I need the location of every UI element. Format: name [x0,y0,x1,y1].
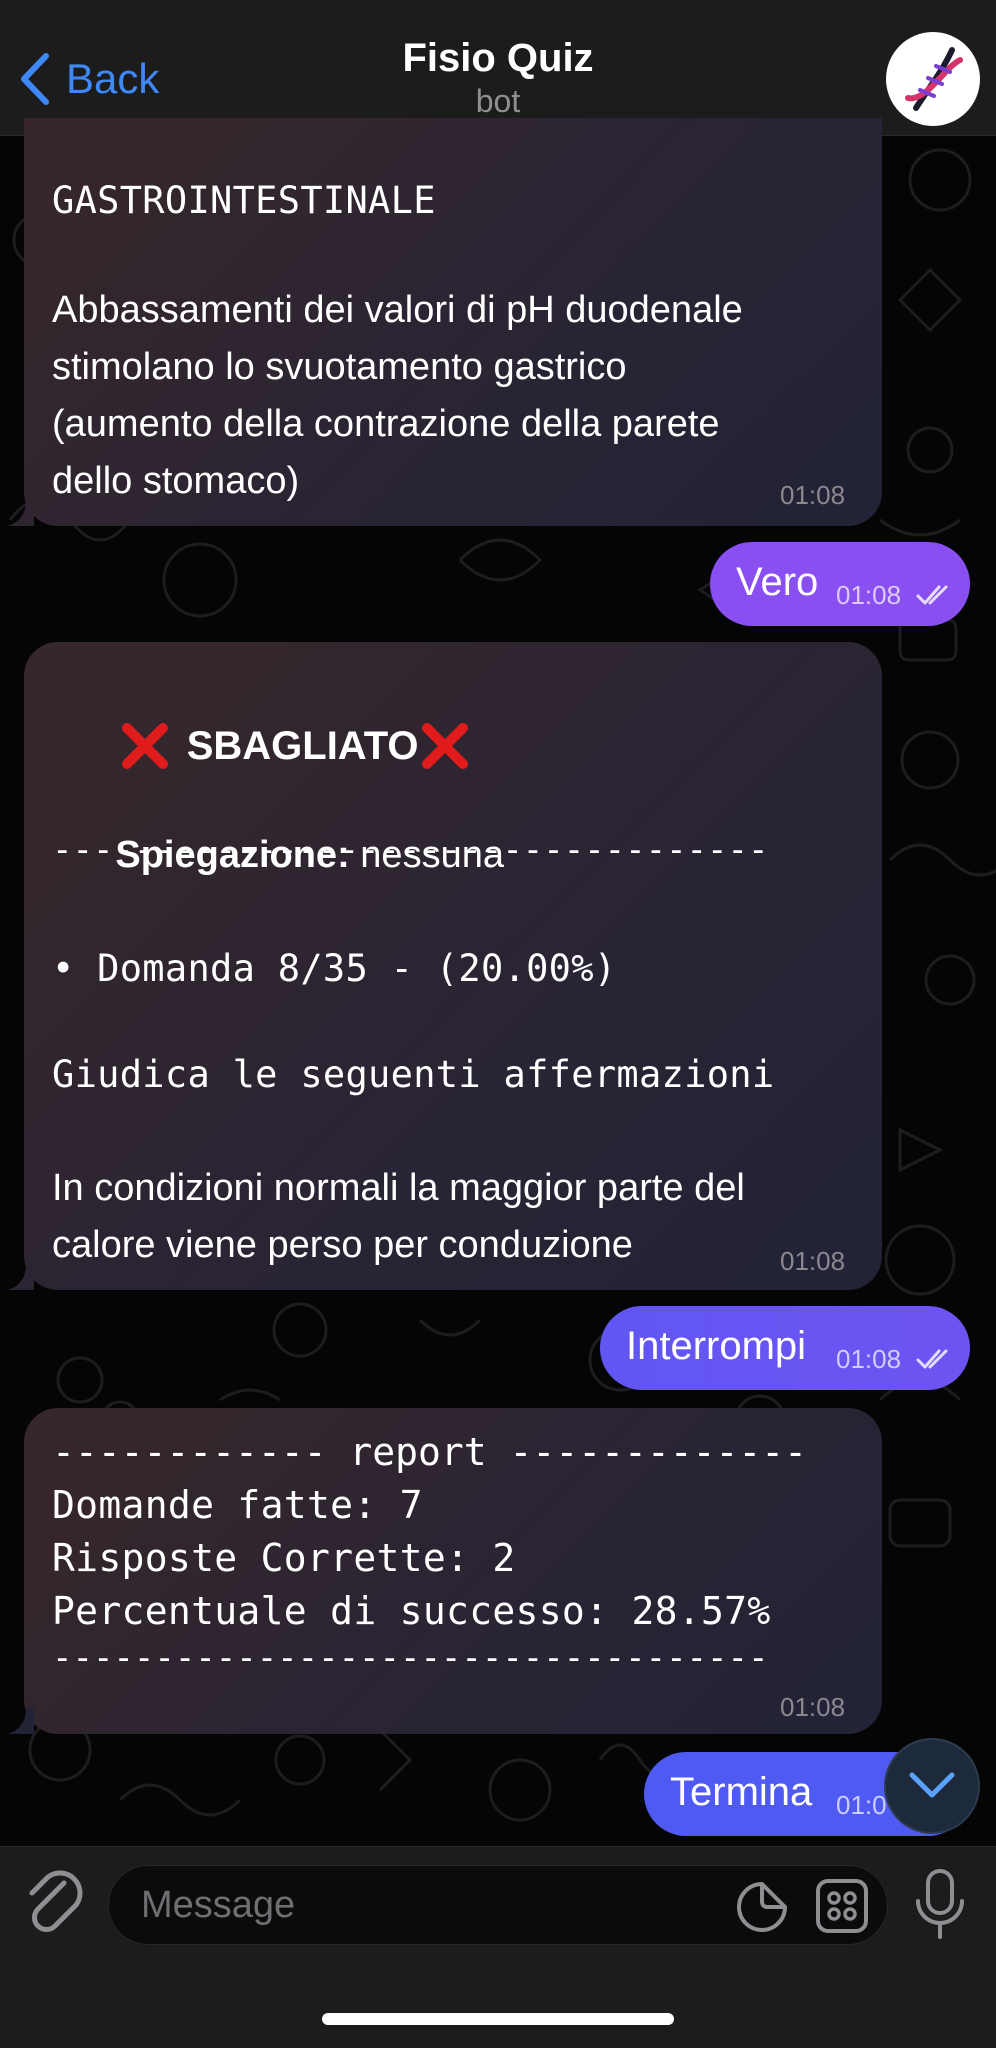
avatar[interactable] [886,32,980,126]
divider: ----------------------------------- [52,830,769,870]
incoming-message: SBAGLIATO Spiegazione: nessuna ---------… [24,642,882,1290]
message-time: 01:08 [780,480,846,510]
message-text: Vero [736,560,819,604]
chat-header: Back Fisio Quiz bot [0,0,996,136]
home-indicator [322,2013,674,2025]
bubble-tail [8,1264,34,1290]
incoming-message: GASTROINTESTINALE Abbassamenti dei valor… [24,118,882,526]
message-input-field[interactable] [108,1865,888,1945]
message-time: 01:08 [780,1246,846,1276]
chat-title: Fisio Quiz [402,36,594,80]
bubble-tail [8,1708,34,1734]
microphone-icon[interactable] [912,1867,968,1943]
report-line: Percentuale di successo: 28.57% [52,1589,771,1633]
chat-title-block[interactable]: Fisio Quiz bot [0,36,996,120]
message-line: dello stomaco) [52,460,300,502]
outgoing-message: Vero 01:08 [710,542,970,626]
cross-mark-icon [421,723,468,770]
message-composer [0,1846,996,2048]
result-title: SBAGLIATO [186,724,419,769]
message-text: Termina [670,1770,813,1814]
message-text: Interrompi [626,1324,807,1368]
chat-subtitle: bot [475,83,521,119]
telegram-chat-screen: Back Fisio Quiz bot GASTROINTESTINALE Ab… [0,0,996,2048]
statement-line: calore viene perso per conduzione [52,1224,633,1266]
message-time: 01:0 [836,1790,887,1820]
chevron-down-icon [909,1772,955,1798]
message-line: Abbassamenti dei valori di pH duodenale [52,289,743,331]
report-footer: ----------------------------------- [52,1638,769,1678]
sticker-icon[interactable] [735,1880,789,1934]
question-instruction: Giudica le seguenti affermazioni [52,1053,775,1096]
attach-icon[interactable] [24,1869,86,1939]
question-index: • Domanda 8/35 - (20.00%) [52,947,617,990]
message-line: stimolano lo svuotamento gastrico [52,346,627,388]
scroll-down-button[interactable] [884,1738,980,1834]
dna-icon [905,47,963,111]
incoming-message: ------------ report ------------- Domand… [24,1408,882,1734]
bot-commands-icon[interactable] [815,1878,869,1934]
double-check-icon [916,1349,948,1369]
statement-line: In condizioni normali la maggior parte d… [52,1167,745,1209]
bubble-tail [8,500,34,526]
report-header: ------------ report ------------- [52,1430,807,1474]
outgoing-message: Interrompi 01:08 [600,1306,970,1390]
cross-mark-icon [121,723,168,770]
report-line: Domande fatte: 7 [52,1483,423,1527]
message-time: 01:08 [836,580,902,610]
message-input[interactable] [141,1866,721,1944]
message-time: 01:08 [836,1344,902,1374]
report-line: Risposte Corrette: 2 [52,1536,516,1580]
message-time: 01:08 [780,1692,846,1722]
message-line: (aumento della contrazione della parete [52,403,720,445]
message-line: GASTROINTESTINALE [52,179,436,222]
double-check-icon [916,585,948,605]
